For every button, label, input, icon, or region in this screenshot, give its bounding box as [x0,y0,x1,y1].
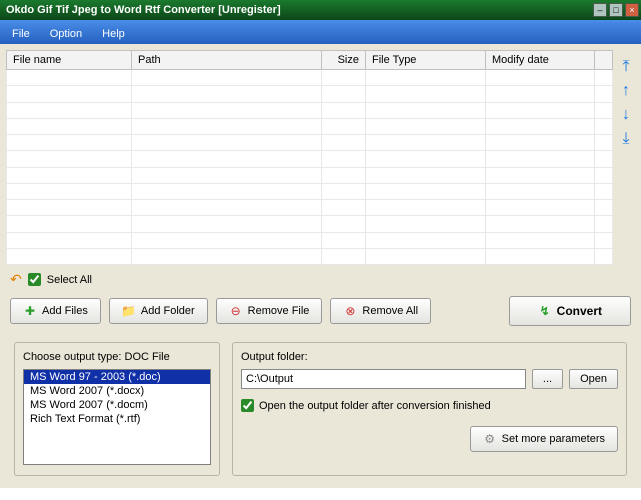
output-type-list[interactable]: MS Word 97 - 2003 (*.doc) MS Word 2007 (… [23,369,211,465]
more-parameters-button[interactable]: ⚙ Set more parameters [470,426,618,452]
menu-file[interactable]: File [2,24,40,44]
menu-option[interactable]: Option [40,24,92,44]
outtype-opt-doc[interactable]: MS Word 97 - 2003 (*.doc) [24,370,210,384]
remove-all-icon: ⊗ [343,304,357,318]
add-folder-button[interactable]: 📁 Add Folder [109,298,208,324]
window-title: Okdo Gif Tif Jpeg to Word Rtf Converter … [6,4,281,16]
undo-icon[interactable]: ↶ [10,271,22,288]
col-filetype[interactable]: File Type [366,51,486,70]
col-spacer [595,51,613,70]
restore-icon[interactable]: □ [609,3,623,17]
minus-icon: ⊖ [229,304,243,318]
move-bottom-icon[interactable]: ⤓ [622,130,629,148]
outtype-opt-docx[interactable]: MS Word 2007 (*.docx) [24,384,210,398]
minimize-icon[interactable]: – [593,3,607,17]
main-shell: File name Path Size File Type Modify dat… [0,44,641,488]
outtype-opt-rtf[interactable]: Rich Text Format (*.rtf) [24,412,210,426]
open-after-checkbox[interactable] [241,399,254,412]
outtype-opt-docm[interactable]: MS Word 2007 (*.docm) [24,398,210,412]
add-files-button[interactable]: ✚ Add Files [10,298,101,324]
output-folder-label: Output folder: [241,347,618,369]
move-down-icon[interactable]: ↓ [622,106,630,124]
titlebar: Okdo Gif Tif Jpeg to Word Rtf Converter … [0,0,641,20]
reorder-arrows: ⤒ ↑ ↓ ⤓ [617,50,635,265]
move-up-icon[interactable]: ↑ [622,82,630,100]
col-filename[interactable]: File name [7,51,132,70]
output-folder-input[interactable] [241,369,526,389]
output-type-panel: Choose output type: DOC File MS Word 97 … [14,342,220,476]
col-size[interactable]: Size [322,51,366,70]
output-folder-panel: Output folder: ... Open Open the output … [232,342,627,476]
convert-icon: ↯ [538,304,552,318]
plus-icon: ✚ [23,304,37,318]
browse-button[interactable]: ... [532,369,563,389]
close-icon[interactable]: × [625,3,639,17]
open-folder-button[interactable]: Open [569,369,618,389]
col-path[interactable]: Path [132,51,322,70]
remove-file-button[interactable]: ⊖ Remove File [216,298,323,324]
folder-icon: 📁 [122,304,136,318]
col-modify[interactable]: Modify date [486,51,595,70]
gear-icon: ⚙ [483,432,497,446]
convert-button[interactable]: ↯ Convert [509,296,631,326]
remove-all-button[interactable]: ⊗ Remove All [330,298,431,324]
selectall-checkbox[interactable] [28,273,41,286]
file-table[interactable]: File name Path Size File Type Modify dat… [6,50,613,265]
open-after-label: Open the output folder after conversion … [259,400,491,412]
move-top-icon[interactable]: ⤒ [622,58,629,76]
menubar: File Option Help [0,20,641,44]
output-type-label: Choose output type: DOC File [23,347,211,369]
selectall-label: Select All [47,274,92,286]
menu-help[interactable]: Help [92,24,135,44]
window-buttons: – □ × [593,3,639,17]
